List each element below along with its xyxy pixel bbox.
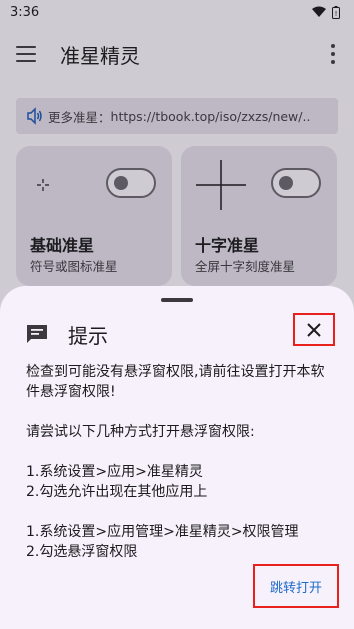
message-line: 检查到可能没有悬浮窗权限,请前往设置打开本软件悬浮窗权限! [26, 364, 325, 400]
status-time: 3:36 [10, 4, 40, 20]
app-title: 准星精灵 [60, 44, 140, 68]
more-link-prefix: 更多准星： [48, 109, 111, 125]
chat-icon [27, 325, 47, 343]
status-icons: ! [312, 5, 340, 19]
status-bar: 3:36 ! [0, 0, 354, 24]
cross-crosshair-toggle[interactable] [271, 168, 321, 198]
dialog-message: 检查到可能没有悬浮窗权限,请前往设置打开本软件悬浮窗权限! 请尝试以下几种方式打… [26, 362, 336, 562]
dialog-title: 提示 [68, 324, 108, 348]
message-line: 1.系统设置>应用>准星精灵 [26, 464, 203, 480]
card-subtitle: 全屏十字刻度准星 [195, 259, 296, 274]
more-crosshairs-link[interactable]: 更多准星： https://tbook.top/iso/zxzs/new/.. [16, 98, 338, 134]
more-link-url: https://tbook.top/iso/zxzs/new/.. [110, 108, 311, 124]
close-icon [307, 322, 321, 337]
cross-crosshair-icon [196, 160, 246, 210]
card-subtitle: 符号或图标准星 [30, 259, 118, 274]
message-line: 2.勾选悬浮窗权限 [26, 544, 138, 560]
jump-open-button[interactable]: 跳转打开 [253, 564, 339, 608]
more-options-icon[interactable] [330, 44, 336, 64]
card-title: 十字准星 [195, 236, 260, 255]
basic-crosshair-toggle[interactable] [106, 168, 156, 198]
basic-crosshair-card[interactable]: 基础准星 符号或图标准星 [16, 146, 172, 286]
card-title: 基础准星 [30, 236, 95, 255]
message-line: 1.系统设置>应用管理>准星精灵>权限管理 [26, 524, 299, 540]
message-line: 请尝试以下几种方式打开悬浮窗权限: [26, 424, 255, 440]
permission-dialog-sheet: 提示 检查到可能没有悬浮窗权限,请前往设置打开本软件悬浮窗权限! 请尝试以下几种… [0, 286, 354, 629]
message-line: 2.勾选允许出现在其他应用上 [26, 484, 208, 500]
menu-icon[interactable] [16, 46, 36, 62]
svg-text:!: ! [335, 10, 338, 18]
close-button[interactable] [293, 313, 335, 346]
wifi-icon [312, 6, 326, 17]
battery-icon: ! [332, 5, 340, 19]
speaker-icon [27, 107, 42, 125]
drag-handle[interactable] [161, 298, 193, 302]
app-bar: 准星精灵 [0, 28, 354, 82]
dot-crosshair-icon [37, 179, 49, 191]
